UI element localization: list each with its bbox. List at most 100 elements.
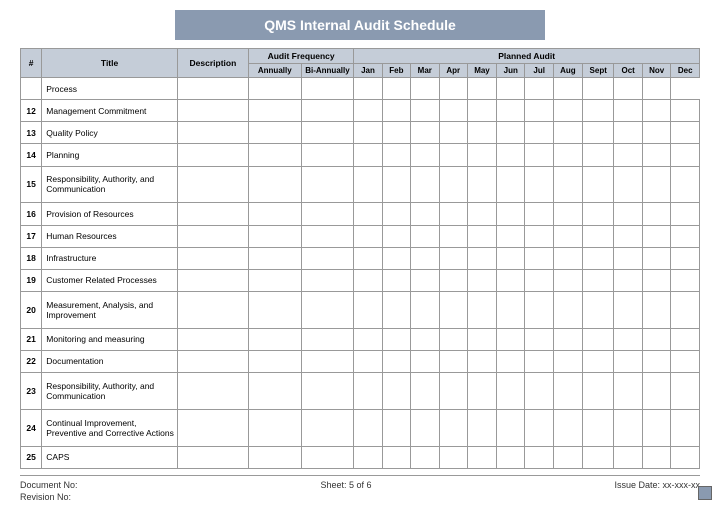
row-month-cell <box>467 144 496 166</box>
row-title: Planning <box>42 144 178 166</box>
row-description <box>177 373 248 410</box>
row-description <box>177 247 248 269</box>
row-month-cell <box>497 373 525 410</box>
row-annually <box>248 291 301 328</box>
row-month-cell <box>583 144 614 166</box>
row-bi-annually <box>301 247 354 269</box>
row-annually <box>248 203 301 225</box>
row-number: 12 <box>21 100 42 122</box>
row-month-cell <box>642 269 671 291</box>
row-month-cell <box>411 247 439 269</box>
row-title: Monitoring and measuring <box>42 328 178 350</box>
row-description <box>177 225 248 247</box>
row-month-cell <box>467 247 496 269</box>
row-month-cell <box>583 373 614 410</box>
row-description <box>177 203 248 225</box>
row-month-cell <box>671 166 700 203</box>
row-month-cell <box>553 446 582 468</box>
row-month-cell <box>497 446 525 468</box>
row-month-cell <box>354 203 382 225</box>
row-number: 14 <box>21 144 42 166</box>
row-month-cell <box>553 225 582 247</box>
col-number: # <box>21 49 42 78</box>
row-number: 22 <box>21 350 42 372</box>
row-month-cell <box>467 203 496 225</box>
row-cell <box>248 78 301 100</box>
table-row: 21Monitoring and measuring <box>21 328 700 350</box>
row-cell <box>301 78 354 100</box>
row-month-cell <box>497 291 525 328</box>
col-dec: Dec <box>671 64 700 78</box>
row-month-cell <box>382 144 410 166</box>
row-month-cell <box>671 409 700 446</box>
row-month-cell <box>553 203 582 225</box>
row-month-cell <box>583 100 614 122</box>
row-month-cell <box>642 373 671 410</box>
row-month-cell <box>671 328 700 350</box>
row-cell <box>642 78 671 100</box>
row-month-cell <box>671 247 700 269</box>
row-annually <box>248 373 301 410</box>
row-month-cell <box>467 350 496 372</box>
table-row: 20Measurement, Analysis, and Improvement <box>21 291 700 328</box>
row-month-cell <box>411 225 439 247</box>
row-month-cell <box>614 409 642 446</box>
row-annually <box>248 328 301 350</box>
row-month-cell <box>354 409 382 446</box>
row-month-cell <box>439 328 467 350</box>
table-row: 13Quality Policy <box>21 122 700 144</box>
row-month-cell <box>671 373 700 410</box>
row-month-cell <box>583 166 614 203</box>
col-feb: Feb <box>382 64 410 78</box>
row-bi-annually <box>301 269 354 291</box>
table-row: Process <box>21 78 700 100</box>
row-cell <box>553 78 582 100</box>
row-month-cell <box>671 269 700 291</box>
row-month-cell <box>411 446 439 468</box>
row-month-cell <box>382 247 410 269</box>
row-month-cell <box>525 350 553 372</box>
row-month-cell <box>411 409 439 446</box>
row-number: 15 <box>21 166 42 203</box>
row-month-cell <box>553 166 582 203</box>
sheet-label: Sheet: 5 of 6 <box>320 480 371 490</box>
row-month-cell <box>497 166 525 203</box>
row-month-cell <box>583 328 614 350</box>
row-month-cell <box>525 328 553 350</box>
row-month-cell <box>583 225 614 247</box>
row-month-cell <box>354 446 382 468</box>
row-month-cell <box>439 291 467 328</box>
row-month-cell <box>671 122 700 144</box>
row-month-cell <box>354 350 382 372</box>
row-month-cell <box>354 328 382 350</box>
row-month-cell <box>439 122 467 144</box>
row-month-cell <box>439 409 467 446</box>
row-month-cell <box>439 100 467 122</box>
row-month-cell <box>467 166 496 203</box>
row-month-cell <box>671 291 700 328</box>
row-number: 19 <box>21 269 42 291</box>
row-month-cell <box>642 446 671 468</box>
row-bi-annually <box>301 409 354 446</box>
row-month-cell <box>671 350 700 372</box>
row-number <box>21 78 42 100</box>
col-mar: Mar <box>411 64 439 78</box>
row-month-cell <box>354 225 382 247</box>
row-month-cell <box>467 225 496 247</box>
row-month-cell <box>642 122 671 144</box>
row-cell <box>411 78 439 100</box>
col-audit-frequency: Audit Frequency <box>248 49 353 64</box>
row-month-cell <box>642 291 671 328</box>
row-month-cell <box>354 373 382 410</box>
row-month-cell <box>614 291 642 328</box>
row-month-cell <box>583 269 614 291</box>
row-number: 17 <box>21 225 42 247</box>
row-bi-annually <box>301 373 354 410</box>
row-month-cell <box>354 247 382 269</box>
row-month-cell <box>439 144 467 166</box>
row-month-cell <box>467 373 496 410</box>
row-month-cell <box>553 409 582 446</box>
row-month-cell <box>354 269 382 291</box>
row-month-cell <box>382 269 410 291</box>
row-title: Management Commitment <box>42 100 178 122</box>
